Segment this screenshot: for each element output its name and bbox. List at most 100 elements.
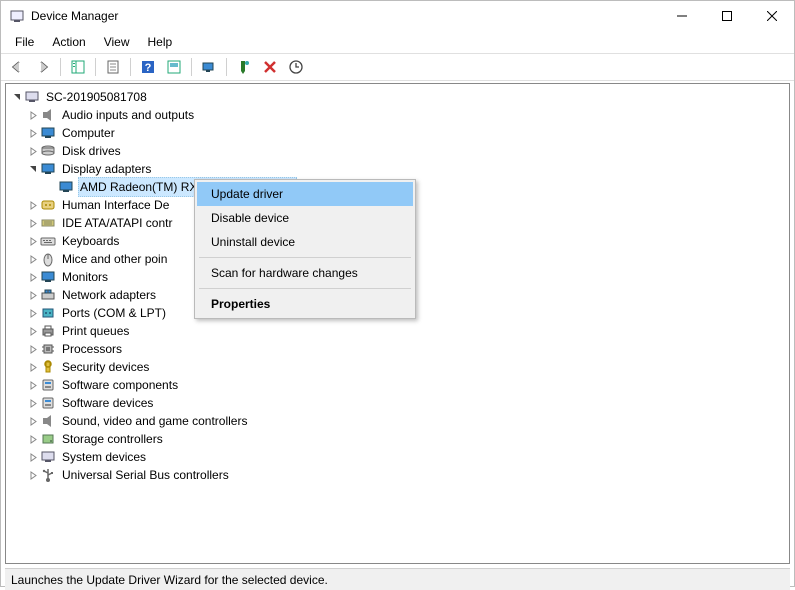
tree-item-label: System devices	[60, 448, 148, 466]
tree-item-label: Processors	[60, 340, 124, 358]
tree-item-label: Storage controllers	[60, 430, 165, 448]
keyboard-icon	[40, 233, 56, 249]
menubar: File Action View Help	[1, 31, 794, 53]
tree-item-label: Human Interface De	[60, 196, 171, 214]
tree-item[interactable]: Computer	[8, 124, 787, 142]
expand-arrow-icon[interactable]	[26, 250, 40, 268]
tree-item-label: Audio inputs and outputs	[60, 106, 196, 124]
tree-item-label: Mice and other poin	[60, 250, 169, 268]
update-driver-button[interactable]	[197, 56, 221, 78]
storage-icon	[40, 431, 56, 447]
svg-text:?: ?	[145, 62, 152, 74]
hid-icon	[40, 197, 56, 213]
menu-file[interactable]: File	[7, 33, 42, 51]
action-icon-button[interactable]	[162, 56, 186, 78]
window-title: Device Manager	[31, 9, 118, 23]
computer-icon	[24, 89, 40, 105]
expand-arrow-icon[interactable]	[26, 358, 40, 376]
menu-help[interactable]: Help	[140, 33, 181, 51]
minimize-button[interactable]	[659, 1, 704, 31]
cm-separator	[199, 288, 411, 289]
expand-arrow-icon[interactable]	[26, 466, 40, 484]
tree-item[interactable]: Software components	[8, 376, 787, 394]
expand-arrow-icon[interactable]	[26, 304, 40, 322]
expand-arrow-icon[interactable]	[26, 412, 40, 430]
cm-disable-device[interactable]: Disable device	[197, 206, 413, 230]
expand-arrow-icon[interactable]	[26, 448, 40, 466]
scan-hardware-button[interactable]	[284, 56, 308, 78]
show-hide-tree-button[interactable]	[66, 56, 90, 78]
context-menu: Update driver Disable device Uninstall d…	[194, 179, 416, 319]
monitor-icon	[40, 125, 56, 141]
help-button[interactable]: ?	[136, 56, 160, 78]
expand-arrow-icon[interactable]	[26, 142, 40, 160]
tree-item-label: Display adapters	[60, 160, 153, 178]
tree-item-label: Security devices	[60, 358, 151, 376]
properties-button[interactable]	[101, 56, 125, 78]
tree-item-label: Software devices	[60, 394, 155, 412]
network-icon	[40, 287, 56, 303]
speaker-icon	[40, 107, 56, 123]
tree-item-label: Software components	[60, 376, 180, 394]
cpu-icon	[40, 341, 56, 357]
security-icon	[40, 359, 56, 375]
forward-button[interactable]	[31, 56, 55, 78]
speaker-icon	[40, 413, 56, 429]
printer-icon	[40, 323, 56, 339]
expand-arrow-icon[interactable]	[26, 376, 40, 394]
tree-item-label: Sound, video and game controllers	[60, 412, 249, 430]
close-button[interactable]	[749, 1, 794, 31]
tree-item[interactable]: Processors	[8, 340, 787, 358]
maximize-button[interactable]	[704, 1, 749, 31]
tree-item[interactable]: Disk drives	[8, 142, 787, 160]
port-icon	[40, 305, 56, 321]
expand-arrow-icon[interactable]	[26, 232, 40, 250]
tree-item[interactable]: Sound, video and game controllers	[8, 412, 787, 430]
menu-view[interactable]: View	[96, 33, 138, 51]
tree-item[interactable]: Audio inputs and outputs	[8, 106, 787, 124]
tree-item-label: Monitors	[60, 268, 110, 286]
enable-device-button[interactable]	[232, 56, 256, 78]
tree-item[interactable]: Storage controllers	[8, 430, 787, 448]
expand-arrow-icon[interactable]	[26, 430, 40, 448]
cm-uninstall-device[interactable]: Uninstall device	[197, 230, 413, 254]
tree-item-label: Print queues	[60, 322, 131, 340]
uninstall-device-button[interactable]	[258, 56, 282, 78]
system-icon	[40, 449, 56, 465]
expand-arrow-icon[interactable]	[26, 196, 40, 214]
cm-separator	[199, 257, 411, 258]
tree-item-label: Universal Serial Bus controllers	[60, 466, 231, 484]
tree-item[interactable]: Security devices	[8, 358, 787, 376]
tree-item-label: IDE ATA/ATAPI contr	[60, 214, 174, 232]
toolbar: ?	[1, 53, 794, 81]
expand-arrow-icon[interactable]	[26, 106, 40, 124]
software-icon	[40, 395, 56, 411]
expand-arrow-icon[interactable]	[10, 88, 24, 106]
expand-arrow-icon[interactable]	[26, 124, 40, 142]
tree-item-label: Keyboards	[60, 232, 121, 250]
monitor-icon	[40, 269, 56, 285]
cm-update-driver[interactable]: Update driver	[197, 182, 413, 206]
menu-action[interactable]: Action	[44, 33, 93, 51]
mouse-icon	[40, 251, 56, 267]
expand-arrow-icon[interactable]	[26, 340, 40, 358]
tree-item[interactable]: Display adapters	[8, 160, 787, 178]
expand-arrow-icon[interactable]	[26, 286, 40, 304]
cm-scan-hardware[interactable]: Scan for hardware changes	[197, 261, 413, 285]
tree-item-label: Network adapters	[60, 286, 158, 304]
back-button[interactable]	[5, 56, 29, 78]
tree-root-row[interactable]: SC-201905081708	[8, 88, 787, 106]
expand-arrow-icon[interactable]	[26, 268, 40, 286]
tree-item[interactable]: Software devices	[8, 394, 787, 412]
tree-item[interactable]: System devices	[8, 448, 787, 466]
tree-content: SC-201905081708 Audio inputs and outputs…	[5, 83, 790, 564]
titlebar: Device Manager	[1, 1, 794, 31]
tree-item[interactable]: Universal Serial Bus controllers	[8, 466, 787, 484]
monitor-icon	[40, 161, 56, 177]
collapse-arrow-icon[interactable]	[26, 160, 40, 178]
expand-arrow-icon[interactable]	[26, 394, 40, 412]
expand-arrow-icon[interactable]	[26, 214, 40, 232]
tree-item[interactable]: Print queues	[8, 322, 787, 340]
expand-arrow-icon[interactable]	[26, 322, 40, 340]
cm-properties[interactable]: Properties	[197, 292, 413, 316]
